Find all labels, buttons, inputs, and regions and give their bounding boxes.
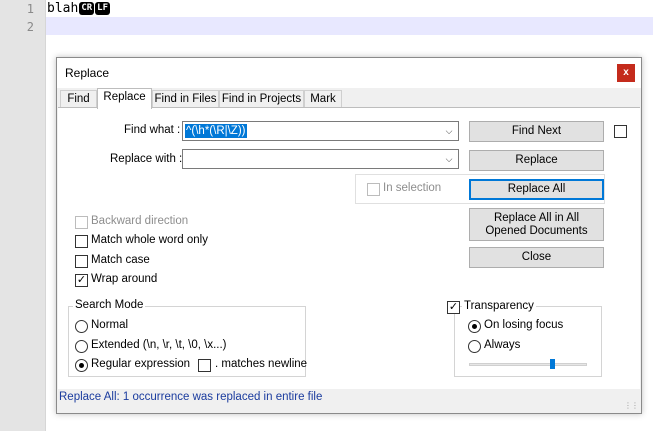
line-number-gutter: 1 2 xyxy=(0,0,46,431)
always-label: Always xyxy=(484,339,521,351)
chevron-down-icon[interactable]: ⌵ xyxy=(443,153,455,165)
wrap-around-checkbox[interactable]: ✓ xyxy=(75,274,88,287)
resize-grip-icon[interactable]: ⋮⋮ xyxy=(624,401,639,410)
regular-expression-radio[interactable] xyxy=(75,359,88,372)
transparency-label: Transparency xyxy=(462,300,536,312)
backward-direction-checkbox[interactable] xyxy=(75,216,88,229)
match-whole-word-label: Match whole word only xyxy=(91,234,208,246)
replace-button[interactable]: Replace xyxy=(469,150,604,171)
tab-find-in-files[interactable]: Find in Files xyxy=(152,90,219,108)
find-what-value: ^(\h*(\R|\Z)) xyxy=(185,124,247,138)
close-icon[interactable]: x xyxy=(617,64,635,82)
chevron-down-icon[interactable]: ⌵ xyxy=(443,125,455,137)
find-next-button[interactable]: Find Next xyxy=(469,121,604,142)
extended-radio[interactable] xyxy=(75,340,88,353)
normal-radio[interactable] xyxy=(75,320,88,333)
wrap-around-label: Wrap around xyxy=(91,273,158,285)
tab-mark[interactable]: Mark xyxy=(304,90,342,108)
matches-newline-label: . matches newline xyxy=(215,358,308,370)
replace-dialog: Replace x Find Replace Find in Files Fin… xyxy=(56,57,642,414)
on-losing-focus-radio[interactable] xyxy=(468,320,481,333)
lf-marker: LF xyxy=(95,2,110,15)
dialog-titlebar[interactable]: Replace x xyxy=(57,58,641,88)
replace-all-button[interactable]: Replace All xyxy=(469,179,604,200)
tab-find[interactable]: Find xyxy=(60,90,97,108)
status-message: Replace All: 1 occurrence was replaced i… xyxy=(57,391,322,403)
dialog-title: Replace xyxy=(65,66,110,80)
matches-newline-checkbox[interactable] xyxy=(198,359,211,372)
replace-with-label: Replace with : xyxy=(110,153,183,165)
cr-marker: CR xyxy=(79,2,95,15)
find-next-extra-checkbox[interactable] xyxy=(614,125,627,138)
match-case-checkbox[interactable] xyxy=(75,255,88,268)
tab-find-in-projects[interactable]: Find in Projects xyxy=(219,90,304,108)
in-selection-checkbox[interactable] xyxy=(367,183,380,196)
transparency-slider-thumb[interactable] xyxy=(549,359,555,369)
transparency-checkbox[interactable]: ✓ xyxy=(447,301,460,314)
match-whole-word-checkbox[interactable] xyxy=(75,235,88,248)
line-number: 1 xyxy=(26,2,34,16)
regular-expression-label: Regular expression xyxy=(91,358,191,370)
transparency-slider-track[interactable] xyxy=(469,363,587,366)
close-button[interactable]: Close xyxy=(469,247,604,268)
always-radio[interactable] xyxy=(468,340,481,353)
replace-tab-pane: Find what : ^(\h*(\R|\Z)) ⌵ Replace with… xyxy=(58,107,640,389)
find-what-label: Find what : xyxy=(124,124,181,136)
tab-replace[interactable]: Replace xyxy=(97,88,152,109)
editor-line-1[interactable]: blah CR LF xyxy=(47,1,110,16)
find-what-combobox[interactable]: ^(\h*(\R|\Z)) ⌵ xyxy=(182,121,459,141)
match-case-label: Match case xyxy=(91,254,150,266)
normal-label: Normal xyxy=(91,319,129,331)
line-text: blah xyxy=(47,1,79,16)
backward-direction-label: Backward direction xyxy=(91,215,189,227)
replace-with-combobox[interactable]: ⌵ xyxy=(182,149,459,169)
status-text: Replace All: 1 occurrence was replaced i… xyxy=(59,391,323,403)
search-mode-title: Search Mode xyxy=(73,299,146,311)
current-line-highlight xyxy=(46,17,653,35)
tab-strip: Find Replace Find in Files Find in Proje… xyxy=(57,88,641,109)
extended-label: Extended (\n, \r, \t, \0, \x...) xyxy=(91,339,227,351)
replace-all-opened-docs-button[interactable]: Replace All in All Opened Documents xyxy=(469,208,604,241)
replace-with-value xyxy=(185,152,187,166)
in-selection-label: In selection xyxy=(383,182,442,194)
on-losing-focus-label: On losing focus xyxy=(484,319,564,331)
line-number: 2 xyxy=(26,20,34,34)
